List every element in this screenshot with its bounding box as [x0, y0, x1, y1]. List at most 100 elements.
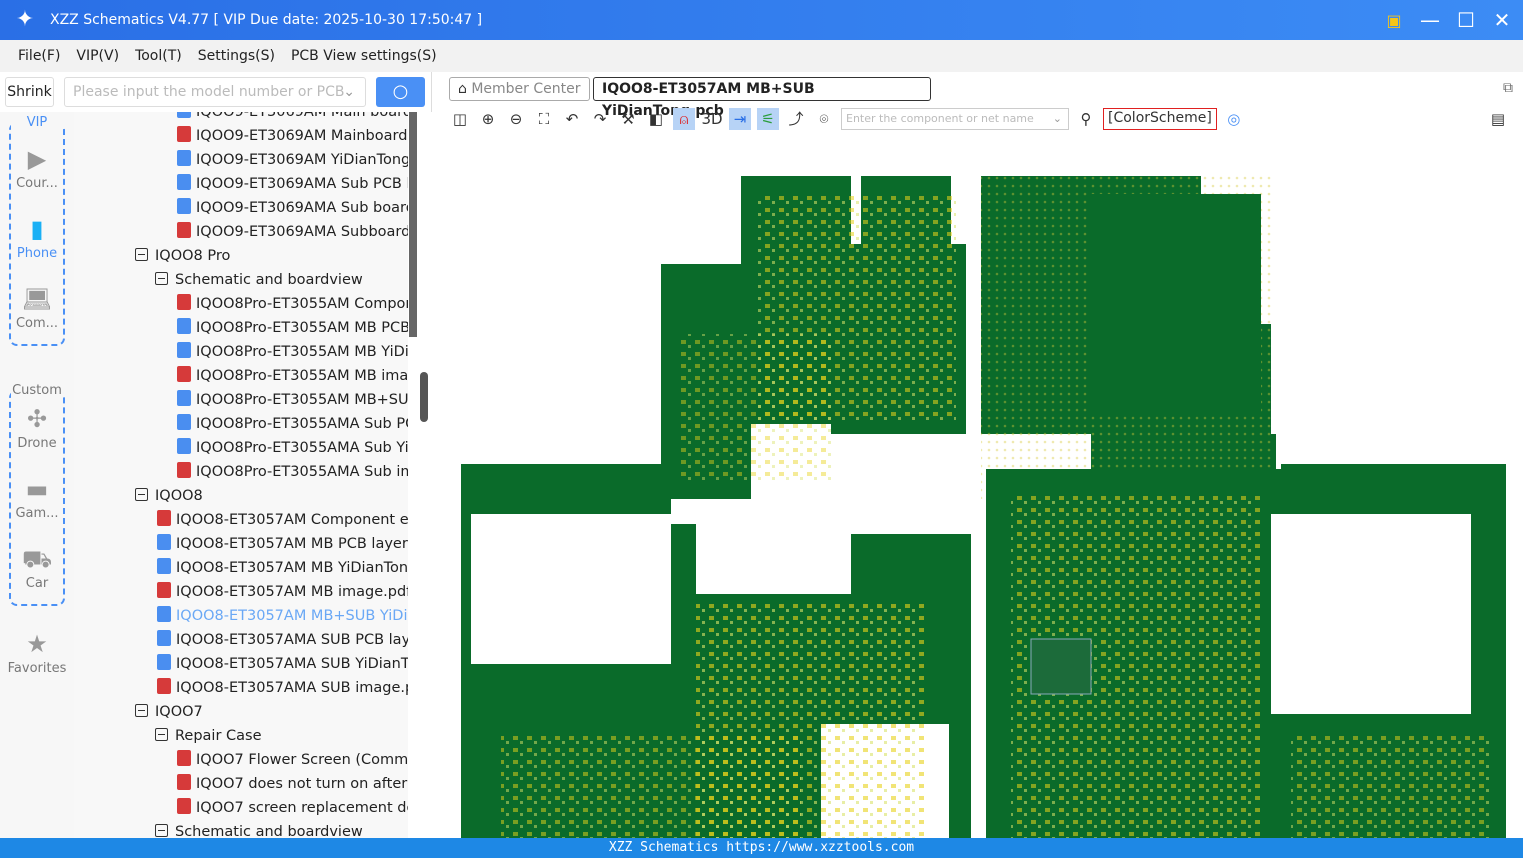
home-icon: ⌂ [458, 81, 467, 97]
chevron-down-icon[interactable]: ⌄ [343, 78, 355, 106]
pcb-canvas[interactable] [441, 134, 1523, 858]
tree-group[interactable]: IQOO8 [135, 484, 203, 508]
menu-vip[interactable]: VIP(V) [76, 48, 119, 64]
fit-view-icon[interactable]: ⛶ [533, 108, 555, 130]
collapse-icon[interactable] [135, 488, 148, 501]
tree-file[interactable]: IQOO7 Flower Screen (Common [177, 748, 418, 772]
color-scheme-button[interactable]: [ColorScheme] [1103, 108, 1217, 130]
rail-course[interactable]: ▶ Cour... [0, 144, 74, 191]
zoom-in-icon[interactable]: ⊕ [477, 108, 499, 130]
collapse-icon[interactable] [155, 728, 168, 741]
tree-scrollbar[interactable] [408, 112, 418, 838]
rail-drone[interactable]: ✣ Drone [0, 404, 74, 451]
tree-file[interactable]: IQOO8Pro-ET3055AMA Sub YiD [177, 436, 418, 460]
collapse-icon[interactable] [155, 824, 168, 837]
tree-item-label: IQOO7 screen replacement doe [196, 800, 418, 816]
rail-phone[interactable]: ▮ Phone [0, 214, 74, 261]
net-trace-icon[interactable]: ⚟ [757, 108, 779, 130]
tree-group[interactable]: IQOO7 [135, 700, 203, 724]
search-placeholder: Please input the model number or PCB [73, 84, 345, 100]
tree-file[interactable]: IQOO8-ET3057AM MB YiDianTong [157, 556, 417, 580]
search-icon: ○ [392, 81, 409, 102]
tree-file[interactable]: IQOO9-ET3069AM Main boardview [177, 112, 418, 124]
tab-member-center[interactable]: ⌂ Member Center [449, 77, 590, 101]
panel-splitter[interactable] [418, 112, 432, 838]
tree-file[interactable]: IQOO8Pro-ET3055AM MB PCB l [177, 316, 418, 340]
close-all-icon[interactable]: ⧉ [1503, 80, 1513, 96]
tree-file[interactable]: IQOO9-ET3069AMA Sub boardview [177, 196, 418, 220]
paint-brush-icon[interactable]: ⚒ [617, 108, 639, 130]
rotate-right-icon[interactable]: ↷ [589, 108, 611, 130]
maximize-button[interactable]: ☐ [1455, 8, 1477, 32]
mirror-icon[interactable]: ◧ [645, 108, 667, 130]
shrink-button[interactable]: Shrink [5, 77, 54, 107]
curve-icon[interactable]: ⤴ [785, 108, 807, 130]
tree-item-label: IQOO8-ET3057AM MB+SUB YiDiar [176, 608, 418, 624]
eye-icon[interactable]: ◎ [1223, 108, 1245, 130]
diode-icon[interactable]: ⇥ [729, 108, 751, 130]
tree-group[interactable]: Repair Case [155, 724, 262, 748]
tree-group[interactable]: Schematic and boardview [155, 268, 363, 292]
tree-file[interactable]: IQOO9-ET3069AM YiDianTong.pcb [177, 148, 418, 172]
search-icon[interactable]: ⚲ [1075, 108, 1097, 130]
tree-file[interactable]: IQOO7 screen replacement doe [177, 796, 418, 820]
tree-file[interactable]: IQOO8Pro-ET3055AM MB+SUB [177, 388, 418, 412]
tree-file[interactable]: IQOO8-ET3057AMA SUB image.pd [157, 676, 418, 700]
pcb-file-icon [177, 414, 191, 430]
tree-item-label: IQOO9-ET3069AM YiDianTong.pcb [196, 152, 418, 168]
minimize-button[interactable]: — [1419, 8, 1441, 32]
tree-item-label: IQOO8 [155, 488, 203, 504]
tab-pcb-file[interactable]: IQOO8-ET3057AM MB+SUB YiDianTong.pcb [593, 77, 931, 119]
tree-file[interactable]: IQOO9-ET3069AMA Subboard ima [177, 220, 418, 244]
rail-favorites[interactable]: ★ Favorites [0, 629, 74, 676]
tree-file[interactable]: IQOO8Pro-ET3055AM MB YiDia [177, 340, 418, 364]
tree-file[interactable]: IQOO8Pro-ET3055AM Compone [177, 292, 418, 316]
rotate-left-icon[interactable]: ↶ [561, 108, 583, 130]
search-button[interactable]: ○ [376, 77, 425, 107]
tree-file[interactable]: IQOO9-ET3069AMA Sub PCB layer [177, 172, 418, 196]
tree-file[interactable]: IQOO8Pro-ET3055AM MB imag [177, 364, 418, 388]
tree-file[interactable]: IQOO9-ET3069AM Mainboard ima [177, 124, 418, 148]
tree-file[interactable]: IQOO8-ET3057AMA SUB YiDianTo [157, 652, 416, 676]
tree-file[interactable]: IQOO8-ET3057AM MB+SUB YiDiar [157, 604, 418, 628]
tree-file[interactable]: IQOO8-ET3057AM MB PCB layer.p [157, 532, 418, 556]
side-panel-icon[interactable]: ▤ [1487, 108, 1509, 130]
close-button[interactable]: ✕ [1491, 8, 1513, 32]
component-search-input[interactable]: Enter the component or net name ⌄ [841, 108, 1069, 130]
zoom-out-icon[interactable]: ⊖ [505, 108, 527, 130]
tree-file[interactable]: IQOO7 does not turn on after cl [177, 772, 418, 796]
collapse-icon[interactable] [155, 272, 168, 285]
menu-tool[interactable]: Tool(T) [135, 48, 182, 64]
tree-file[interactable]: IQOO8Pro-ET3055AMA Sub ima [177, 460, 418, 484]
menu-pcb-view-settings[interactable]: PCB View settings(S) [291, 48, 437, 64]
3d-button[interactable]: 3D [701, 108, 723, 130]
pcb-toolbar: ◫ ⊕ ⊖ ⛶ ↶ ↷ ⚒ ◧ ⍝ 3D ⇥ ⚟ ⤴ ⌾ Enter the c… [441, 106, 1523, 132]
tree-file[interactable]: IQOO8-ET3057AM Component exp [157, 508, 418, 532]
tree-file[interactable]: IQOO8-ET3057AM MB image.pdf [157, 580, 411, 604]
tree-group[interactable]: IQOO8 Pro [135, 244, 230, 268]
component-placeholder: Enter the component or net name [846, 112, 1034, 125]
rail-computer[interactable]: 💻︎ Com... [0, 284, 74, 331]
alarm-icon[interactable]: ⍝ [673, 108, 695, 130]
rail-car[interactable]: ⛟ Car [0, 544, 74, 591]
pdf-file-icon [177, 462, 191, 478]
vip-label: VIP [11, 115, 63, 130]
tree-file[interactable]: IQOO8-ET3057AMA SUB PCB layer [157, 628, 418, 652]
collapse-icon[interactable] [135, 248, 148, 261]
tree-group[interactable]: Schematic and boardview [155, 820, 363, 838]
menu-file[interactable]: File(F) [18, 48, 60, 64]
tree-file[interactable]: IQOO8Pro-ET3055AMA Sub PCI [177, 412, 418, 436]
model-search-input[interactable]: Please input the model number or PCB ⌄ [64, 77, 366, 107]
car-icon: ⛟ [22, 545, 53, 573]
vip-icon[interactable]: ▣ [1383, 11, 1405, 30]
splitter-handle[interactable] [420, 372, 428, 422]
tree-item-label: IQOO8Pro-ET3055AM MB YiDia [196, 344, 418, 360]
chevron-down-icon[interactable]: ⌄ [1053, 109, 1062, 129]
rail-game[interactable]: ▬ Gam... [0, 474, 74, 521]
collapse-icon[interactable] [135, 704, 148, 717]
mouse-icon[interactable]: ⌾ [813, 108, 835, 130]
scrollbar-thumb[interactable] [409, 112, 417, 337]
menu-settings[interactable]: Settings(S) [198, 48, 275, 64]
split-view-icon[interactable]: ◫ [449, 108, 471, 130]
pcb-board-drawing[interactable] [441, 134, 1523, 858]
